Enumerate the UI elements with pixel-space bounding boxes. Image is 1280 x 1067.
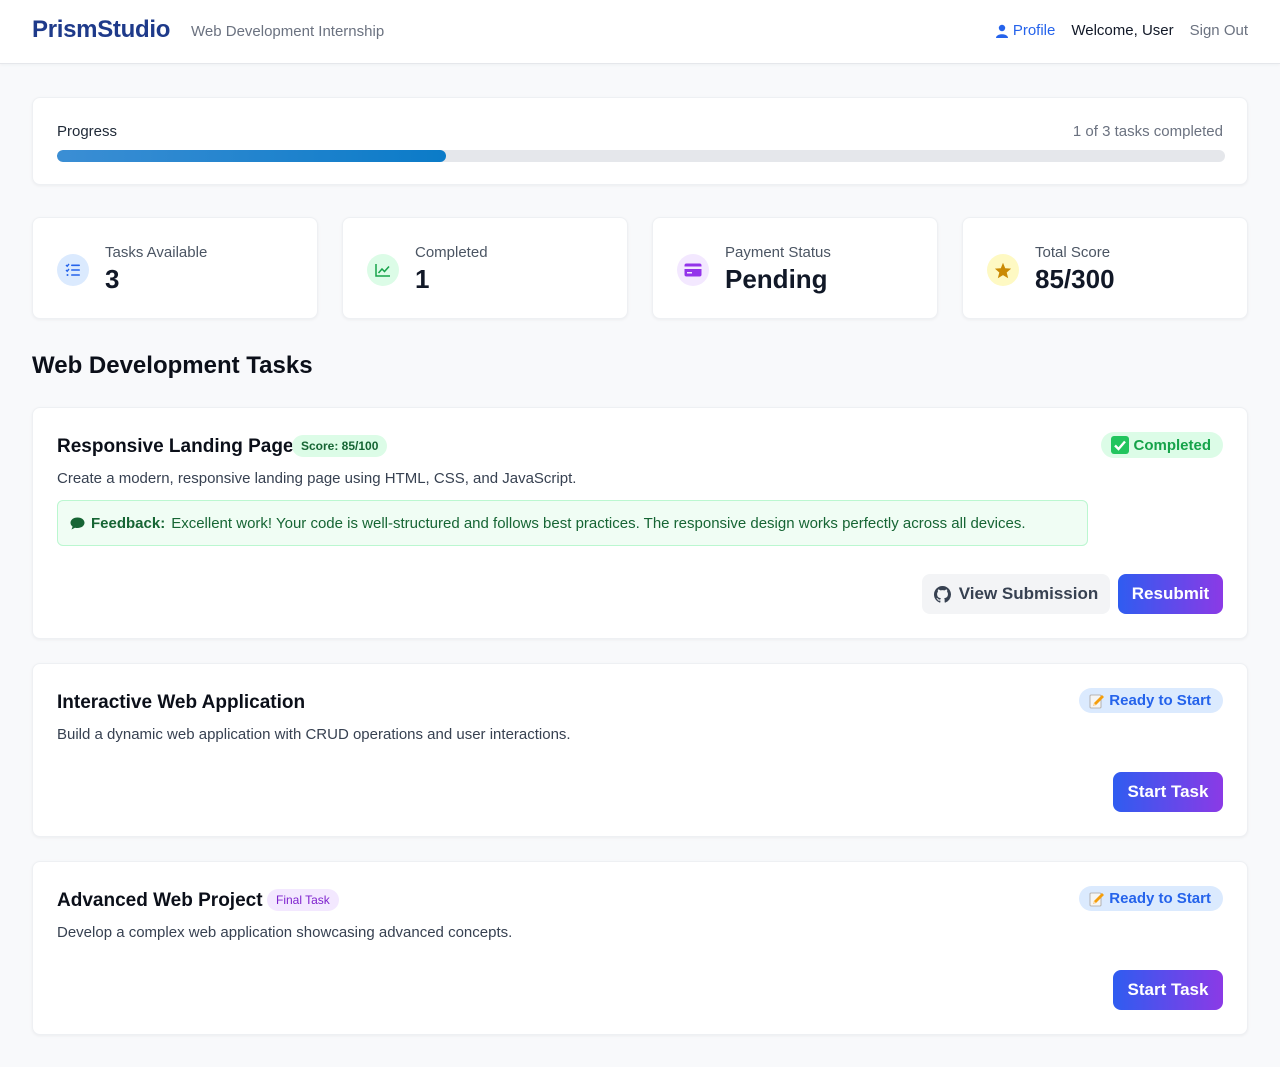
stat-card-total-score: Total Score 85/300 — [962, 217, 1248, 319]
feedback-box: Feedback: Excellent work! Your code is w… — [57, 500, 1088, 546]
stat-value: Pending — [725, 264, 828, 294]
start-task-button[interactable]: Start Task — [1113, 772, 1223, 812]
chart-line-icon — [367, 254, 399, 286]
feedback-label: Feedback: — [91, 514, 166, 532]
feedback-text: Excellent work! Your code is well-struct… — [171, 514, 1026, 532]
task-description: Develop a complex web application showca… — [57, 924, 513, 941]
stat-label: Tasks Available — [105, 244, 208, 261]
progress-fill — [57, 150, 447, 162]
github-icon — [933, 585, 951, 603]
progress-card: Progress 1 of 3 tasks completed — [32, 97, 1248, 185]
task-list-icon — [57, 254, 89, 286]
stat-label: Total Score — [1035, 244, 1111, 261]
status-label: Ready to Start — [1109, 890, 1211, 907]
task-description: Build a dynamic web application with CRU… — [57, 726, 571, 743]
credit-card-icon — [677, 254, 709, 286]
star-icon — [987, 254, 1019, 286]
progress-label: Progress — [57, 123, 118, 140]
stat-label: Payment Status — [725, 244, 831, 261]
stat-card-tasks-available: Tasks Available 3 — [32, 217, 318, 319]
task-title: Interactive Web Application — [57, 692, 306, 713]
start-task-button[interactable]: Start Task — [1113, 970, 1223, 1010]
stat-card-completed: Completed 1 — [342, 217, 628, 319]
profile-link[interactable]: Profile — [995, 22, 1056, 39]
resubmit-label: Resubmit — [1131, 584, 1210, 603]
stat-value: 1 — [415, 264, 430, 294]
task-card-advanced-web-project: Advanced Web Project Final Task Ready to… — [32, 861, 1248, 1035]
view-submission-button[interactable]: View Submission — [922, 574, 1110, 614]
header-nav: Profile Welcome, User Sign Out — [995, 22, 1248, 39]
brand-subtitle: Web Development Internship — [191, 23, 385, 40]
task-title: Advanced Web Project — [57, 890, 263, 911]
check-icon — [1111, 436, 1130, 454]
task-description: Create a modern, responsive landing page… — [57, 470, 577, 487]
user-icon — [995, 24, 1008, 38]
comment-icon — [70, 517, 85, 529]
view-submission-label: View Submission — [958, 584, 1099, 603]
task-card-interactive-web-application: Interactive Web Application Ready to Sta… — [32, 663, 1248, 837]
brand-logo[interactable]: PrismStudio — [32, 16, 170, 44]
profile-label: Profile — [1012, 22, 1056, 39]
status-badge-ready: Ready to Start — [1079, 688, 1223, 713]
start-task-label: Start Task — [1127, 782, 1209, 801]
pencil-icon — [1089, 694, 1105, 708]
section-title: Web Development Tasks — [32, 352, 313, 379]
pencil-icon — [1089, 892, 1105, 906]
stat-card-payment-status: Payment Status Pending — [652, 217, 938, 319]
status-label: Ready to Start — [1109, 692, 1211, 709]
final-task-badge: Final Task — [267, 889, 339, 911]
task-card-responsive-landing-page: Responsive Landing Page Score: 85/100 Co… — [32, 407, 1248, 639]
start-task-label: Start Task — [1127, 980, 1209, 999]
sign-out-link[interactable]: Sign Out — [1190, 22, 1248, 39]
status-badge-completed: Completed — [1101, 432, 1223, 458]
status-badge-ready: Ready to Start — [1079, 886, 1223, 911]
score-badge: Score: 85/100 — [292, 435, 388, 457]
progress-count: 1 of 3 tasks completed — [1072, 123, 1223, 140]
task-title: Responsive Landing Page — [57, 436, 294, 457]
stat-value: 3 — [105, 264, 120, 294]
top-header: PrismStudio Web Development Internship P… — [0, 0, 1280, 64]
stat-value: 85/300 — [1035, 264, 1115, 294]
resubmit-button[interactable]: Resubmit — [1118, 574, 1223, 614]
progress-bar — [57, 150, 1225, 162]
stat-label: Completed — [415, 244, 488, 261]
status-label: Completed — [1133, 436, 1211, 454]
welcome-text: Welcome, User — [1071, 22, 1174, 39]
